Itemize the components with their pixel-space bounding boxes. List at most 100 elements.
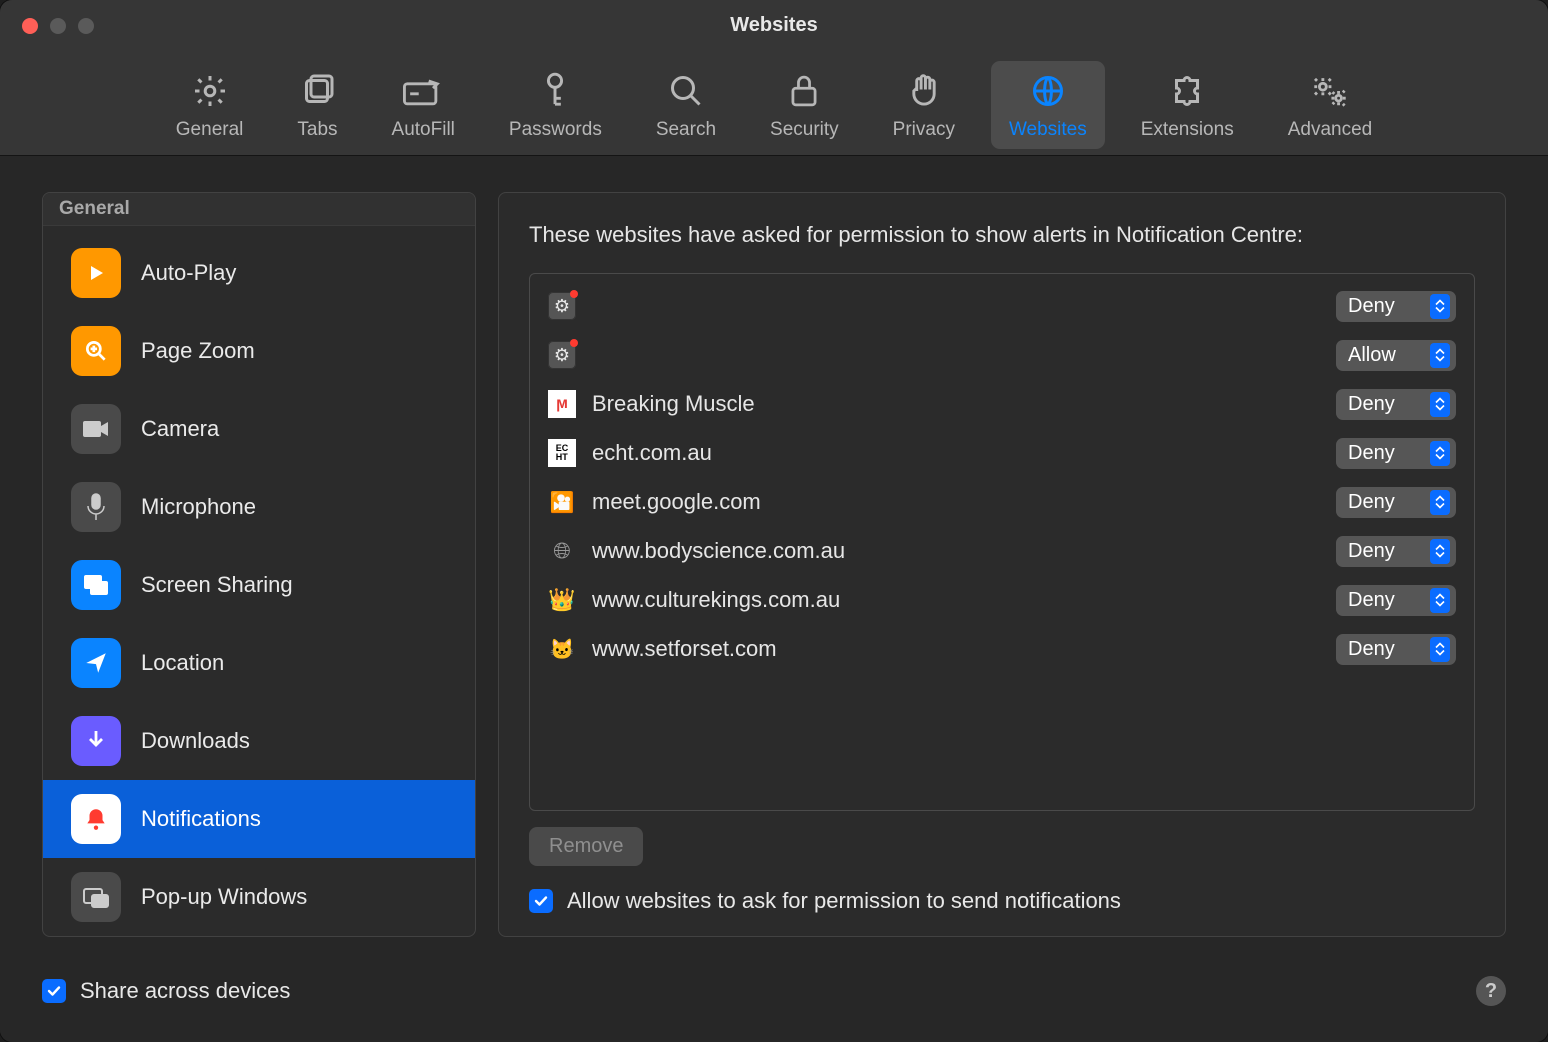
sidebar-item-microphone[interactable]: Microphone (43, 468, 475, 546)
camera-icon (71, 404, 121, 454)
select-chevrons-icon (1430, 539, 1450, 564)
remove-button[interactable]: Remove (529, 827, 643, 866)
site-row[interactable]: 🌐︎ www.bodyscience.com.au Deny (542, 527, 1462, 576)
allow-ask-row[interactable]: Allow websites to ask for permission to … (529, 888, 1475, 914)
sidebar-item-label: Microphone (141, 494, 256, 520)
toolbar-tab-advanced[interactable]: Advanced (1270, 61, 1391, 149)
sidebar-item-auto-play[interactable]: Auto-Play (43, 234, 475, 312)
play-icon (71, 248, 121, 298)
select-chevrons-icon (1430, 294, 1450, 319)
toolbar-tab-websites[interactable]: Websites (991, 61, 1105, 149)
popup-icon (71, 872, 121, 922)
toolbar-tab-autofill[interactable]: AutoFill (374, 61, 473, 149)
site-permission-select[interactable]: Deny (1336, 389, 1456, 420)
content-area: General Auto-Play Page Zoom Camera Micro… (0, 156, 1548, 1042)
location-icon (71, 638, 121, 688)
site-permission-select[interactable]: Allow (1336, 340, 1456, 371)
site-row[interactable]: 👑 www.culturekings.com.au Deny (542, 576, 1462, 625)
select-chevrons-icon (1430, 637, 1450, 662)
site-row[interactable]: ϻ Breaking Muscle Deny (542, 380, 1462, 429)
bm-icon: ϻ (548, 390, 576, 418)
sidebar-item-downloads[interactable]: Downloads (43, 702, 475, 780)
toolbar-tab-label: Security (770, 119, 839, 141)
zoom-icon (71, 326, 121, 376)
site-row[interactable]: ⚙ Allow (542, 331, 1462, 380)
sysprefs-icon: ⚙ (548, 341, 576, 369)
site-row[interactable]: 🎦 meet.google.com Deny (542, 478, 1462, 527)
toolbar-tab-tabs[interactable]: Tabs (279, 61, 355, 149)
toolbar-tab-label: Advanced (1288, 119, 1373, 141)
select-chevrons-icon (1430, 588, 1450, 613)
share-across-devices-row[interactable]: Share across devices (42, 978, 290, 1004)
site-name-label: www.bodyscience.com.au (592, 538, 1320, 564)
sidebar-item-label: Downloads (141, 728, 250, 754)
sidebar-item-screen-sharing[interactable]: Screen Sharing (43, 546, 475, 624)
site-row[interactable]: ECHT echt.com.au Deny (542, 429, 1462, 478)
sidebar-item-camera[interactable]: Camera (43, 390, 475, 468)
footer: Share across devices ? (42, 976, 1506, 1006)
preferences-toolbar: General Tabs AutoFill Passwords Search S… (0, 61, 1548, 149)
download-icon (71, 716, 121, 766)
site-name-label: www.culturekings.com.au (592, 587, 1320, 613)
key-icon (535, 71, 575, 111)
site-permission-select[interactable]: Deny (1336, 438, 1456, 469)
sidebar-item-label: Screen Sharing (141, 572, 293, 598)
sidebar-item-pop-up-windows[interactable]: Pop-up Windows (43, 858, 475, 936)
remove-row: Remove (529, 827, 1475, 866)
sidebar-item-label: Pop-up Windows (141, 884, 307, 910)
globe-icon (1028, 71, 1068, 111)
toolbar-tab-label: Tabs (297, 119, 337, 141)
sidebar-item-label: Auto-Play (141, 260, 236, 286)
lock-icon (784, 71, 824, 111)
select-chevrons-icon (1430, 343, 1450, 368)
puzzle-icon (1167, 71, 1207, 111)
toolbar-tab-passwords[interactable]: Passwords (491, 61, 620, 149)
search-icon (666, 71, 706, 111)
toolbar-tab-general[interactable]: General (158, 61, 262, 149)
globe-icon: 🌐︎ (548, 537, 576, 565)
site-permission-select[interactable]: Deny (1336, 487, 1456, 518)
allow-ask-label: Allow websites to ask for permission to … (567, 888, 1121, 914)
site-name-label: www.setforset.com (592, 636, 1320, 662)
titlebar: Websites General Tabs AutoFill Passwords… (0, 0, 1548, 156)
autofill-icon (403, 71, 443, 111)
sidebar-item-label: Notifications (141, 806, 261, 832)
site-row[interactable]: 🐱 www.setforset.com Deny (542, 625, 1462, 674)
site-permission-select[interactable]: Deny (1336, 585, 1456, 616)
toolbar-tab-security[interactable]: Security (752, 61, 857, 149)
sidebar-item-label: Camera (141, 416, 219, 442)
sidebar-item-notifications[interactable]: Notifications (43, 780, 475, 858)
toolbar-tab-search[interactable]: Search (638, 61, 734, 149)
toolbar-tab-privacy[interactable]: Privacy (875, 61, 973, 149)
sidebar-list: Auto-Play Page Zoom Camera Microphone Sc… (43, 226, 475, 936)
sidebar-section-header: General (43, 193, 475, 226)
site-name-label: meet.google.com (592, 489, 1320, 515)
allow-ask-checkbox[interactable] (529, 889, 553, 913)
share-across-devices-checkbox[interactable] (42, 979, 66, 1003)
toolbar-tab-extensions[interactable]: Extensions (1123, 61, 1252, 149)
share-across-devices-label: Share across devices (80, 978, 290, 1004)
site-permissions-list: ⚙ Deny⚙ Allowϻ Breaking Muscle DenyECHT … (529, 273, 1475, 811)
gears-icon (1310, 71, 1350, 111)
gear-icon (190, 71, 230, 111)
microphone-icon (71, 482, 121, 532)
toolbar-tab-label: Privacy (893, 119, 955, 141)
sidebar-item-page-zoom[interactable]: Page Zoom (43, 312, 475, 390)
select-chevrons-icon (1430, 490, 1450, 515)
sidebar-item-label: Page Zoom (141, 338, 255, 364)
panel-description: These websites have asked for permission… (529, 219, 1475, 251)
window-title: Websites (0, 14, 1548, 37)
site-permission-select[interactable]: Deny (1336, 634, 1456, 665)
meet-icon: 🎦 (548, 488, 576, 516)
select-chevrons-icon (1430, 441, 1450, 466)
hand-icon (904, 71, 944, 111)
help-button[interactable]: ? (1476, 976, 1506, 1006)
sidebar-item-location[interactable]: Location (43, 624, 475, 702)
site-row[interactable]: ⚙ Deny (542, 282, 1462, 331)
site-permission-select[interactable]: Deny (1336, 536, 1456, 567)
ck-icon: 👑 (548, 586, 576, 614)
site-permission-select[interactable]: Deny (1336, 291, 1456, 322)
toolbar-tab-label: General (176, 119, 244, 141)
bell-icon (71, 794, 121, 844)
tabs-icon (297, 71, 337, 111)
